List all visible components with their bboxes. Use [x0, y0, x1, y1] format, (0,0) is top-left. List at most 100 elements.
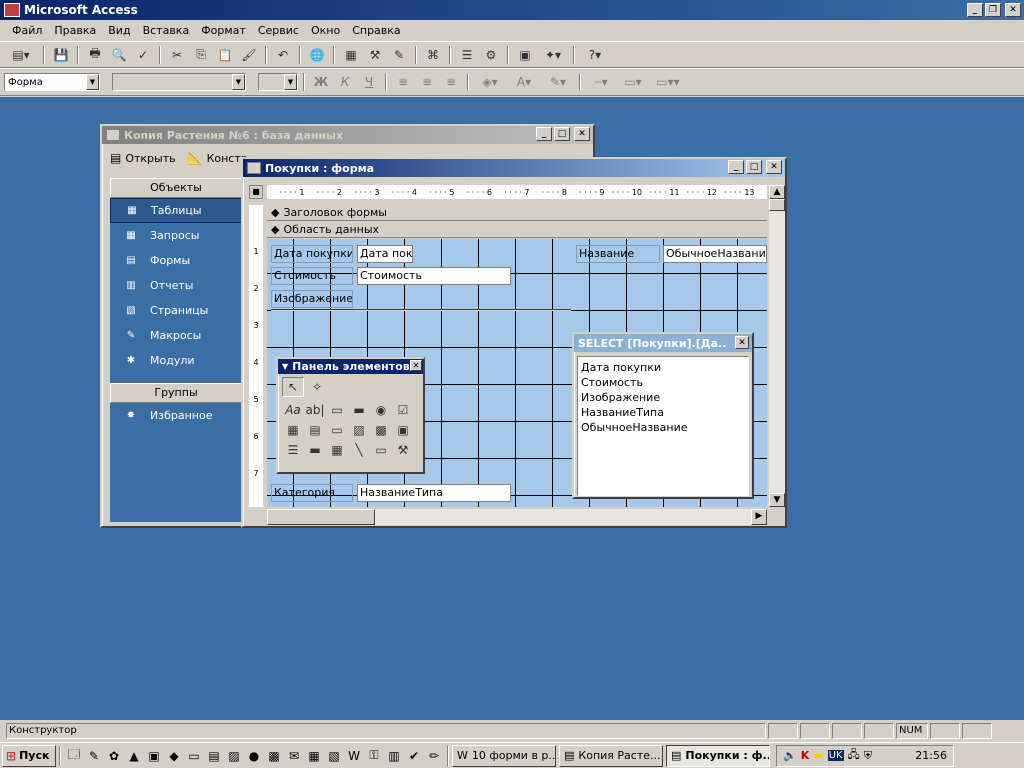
objects-item-tables[interactable]: ▦ Таблицы [110, 198, 242, 223]
checkbox-tool-icon[interactable]: ☑ [392, 400, 414, 420]
menu-view[interactable]: Вид [102, 24, 136, 37]
scroll-down-button[interactable]: ▼ [769, 493, 785, 507]
print-preview-icon[interactable]: 🔍 [108, 45, 130, 65]
quicklaunch-flower-icon[interactable]: ✿ [104, 746, 124, 766]
format-painter-icon[interactable]: 🖌 [238, 45, 260, 65]
menu-file[interactable]: Файл [6, 24, 48, 37]
build-icon[interactable]: ⚙ [480, 45, 502, 65]
vertical-scrollbar[interactable]: ▲ ▼ [769, 185, 785, 507]
objects-item-modules[interactable]: ✱ Модули [110, 348, 242, 373]
bold-button[interactable]: Ж [310, 72, 332, 92]
db-maximize-button[interactable]: □ [554, 127, 570, 141]
open-button[interactable]: Открыть [125, 152, 175, 165]
line-width-icon[interactable]: ┄▾ [586, 72, 616, 92]
scroll-right-button[interactable]: ▶ [751, 509, 767, 525]
quicklaunch-triangle-icon[interactable]: ▲ [124, 746, 144, 766]
form-maximize-button[interactable]: □ [746, 160, 762, 174]
save-icon[interactable]: 💾 [50, 45, 72, 65]
objects-header[interactable]: Объекты [110, 178, 242, 198]
quicklaunch-excel-icon[interactable]: ▦ [304, 746, 324, 766]
objects-item-reports[interactable]: ▥ Отчеты [110, 273, 242, 298]
option-group-icon[interactable]: ▭ [326, 400, 348, 420]
objects-item-forms[interactable]: ▤ Формы [110, 248, 242, 273]
groups-item-favorites[interactable]: ✸ Избранное [110, 403, 242, 428]
align-left-icon[interactable]: ≡ [392, 72, 414, 92]
menu-edit[interactable]: Правка [48, 24, 102, 37]
special-effect-icon[interactable]: ▭▾ [618, 72, 648, 92]
quicklaunch-fish-icon[interactable]: ◆ [164, 746, 184, 766]
objects-item-pages[interactable]: ▧ Страницы [110, 298, 242, 323]
textbox-tool-icon[interactable]: ab| [304, 400, 326, 420]
tab-control-icon[interactable]: ▬ [304, 440, 326, 460]
scroll-up-button[interactable]: ▲ [769, 185, 785, 199]
category-label[interactable]: Категория [271, 484, 353, 502]
image-tool-icon[interactable]: ▨ [348, 420, 370, 440]
properties-icon[interactable]: ☰ [456, 45, 478, 65]
command-button-icon[interactable]: ▭ [326, 420, 348, 440]
groups-header[interactable]: Группы [110, 383, 242, 403]
option-button-icon[interactable]: ◉ [370, 400, 392, 420]
underline-button[interactable]: Ч [358, 72, 380, 92]
menu-help[interactable]: Справка [346, 24, 406, 37]
toggle-button-icon[interactable]: ▬ [348, 400, 370, 420]
quicklaunch-doc-icon[interactable]: ▤ [204, 746, 224, 766]
horizontal-scrollbar[interactable]: ▶ [267, 509, 767, 525]
border-style-icon[interactable]: ▭▾▾ [650, 72, 686, 92]
category-field[interactable]: НазваниеТипа [357, 484, 511, 502]
shield-icon[interactable]: ⛨ [864, 749, 872, 763]
spelling-icon[interactable]: ✓ [132, 45, 154, 65]
field-list-item[interactable]: ОбычноеНазвание [581, 421, 745, 436]
fill-color-icon[interactable]: ◈▾ [474, 72, 506, 92]
scroll-thumb[interactable] [769, 199, 785, 211]
quicklaunch-image-icon[interactable]: ▩ [264, 746, 284, 766]
objects-item-macros[interactable]: ✎ Макросы [110, 323, 242, 348]
quicklaunch-record-icon[interactable]: ● [244, 746, 264, 766]
menu-format[interactable]: Формат [195, 24, 252, 37]
horizontal-ruler[interactable]: · · · · 1 · · · · 2 · · · · 3 · · · · 4 · · … [267, 185, 767, 199]
page-break-icon[interactable]: ☰ [282, 440, 304, 460]
cut-icon[interactable]: ✂ [166, 45, 188, 65]
flag-icon[interactable]: ▬ [813, 749, 823, 762]
quicklaunch-pen-icon[interactable]: ✎ [84, 746, 104, 766]
quicklaunch-publisher-icon[interactable]: ▧ [324, 746, 344, 766]
task-button-word[interactable]: W 10 форми в р... [452, 744, 556, 767]
antivirus-icon[interactable]: K [801, 749, 810, 762]
line-tool-icon[interactable]: ╲ [348, 440, 370, 460]
menu-insert[interactable]: Вставка [137, 24, 196, 37]
field-list-item[interactable]: Стоимость [581, 376, 745, 391]
list-box-icon[interactable]: ▤ [304, 420, 326, 440]
quicklaunch-app-icon[interactable]: ▣ [144, 746, 164, 766]
view-icon[interactable]: ▤▾ [4, 45, 38, 65]
db-close-button[interactable]: ✕ [574, 127, 590, 141]
cost-label[interactable]: Стоимость [271, 267, 353, 285]
close-button[interactable]: ✕ [1005, 3, 1021, 17]
menu-tools[interactable]: Сервис [252, 24, 305, 37]
toolbox-title-bar[interactable]: ▼ Панель элементов ✕ [278, 359, 423, 374]
quicklaunch-photo-icon[interactable]: ▨ [224, 746, 244, 766]
field-list-close-button[interactable]: ✕ [735, 336, 749, 349]
menu-window[interactable]: Окно [305, 24, 346, 37]
align-center-icon[interactable]: ≡ [416, 72, 438, 92]
volume-icon[interactable]: 🔈 [783, 749, 797, 762]
form-minimize-button[interactable]: _ [728, 160, 744, 174]
language-indicator[interactable]: UK [827, 750, 844, 761]
hyperlink-icon[interactable]: 🌐 [306, 45, 328, 65]
db-minimize-button[interactable]: _ [536, 127, 552, 141]
cost-field[interactable]: Стоимость [357, 267, 511, 285]
quicklaunch-monitor-icon[interactable]: ▭ [184, 746, 204, 766]
form-close-button[interactable]: ✕ [766, 160, 782, 174]
field-list-title-bar[interactable]: SELECT [Покупки].[Да... ✕ [574, 334, 752, 352]
line-color-icon[interactable]: ✎▾ [542, 72, 574, 92]
form-selector[interactable]: ■ [249, 185, 263, 199]
object-combo[interactable]: Форма ▼ [4, 73, 100, 91]
field-list-icon[interactable]: ▦ [340, 45, 362, 65]
task-button-form[interactable]: ▤ Покупки : ф... [666, 744, 770, 767]
toolbox-close-button[interactable]: ✕ [410, 360, 422, 371]
quicklaunch-access-icon[interactable]: ⚿ [364, 746, 384, 766]
control-wizards-icon[interactable]: ✧ [306, 377, 328, 397]
help-icon[interactable]: ?▾ [580, 45, 610, 65]
subform-icon[interactable]: ▦ [326, 440, 348, 460]
start-button[interactable]: ⊞ Пуск [2, 744, 56, 767]
minimize-button[interactable]: _ [967, 3, 983, 17]
quicklaunch-pencil-icon[interactable]: ✏ [424, 746, 444, 766]
